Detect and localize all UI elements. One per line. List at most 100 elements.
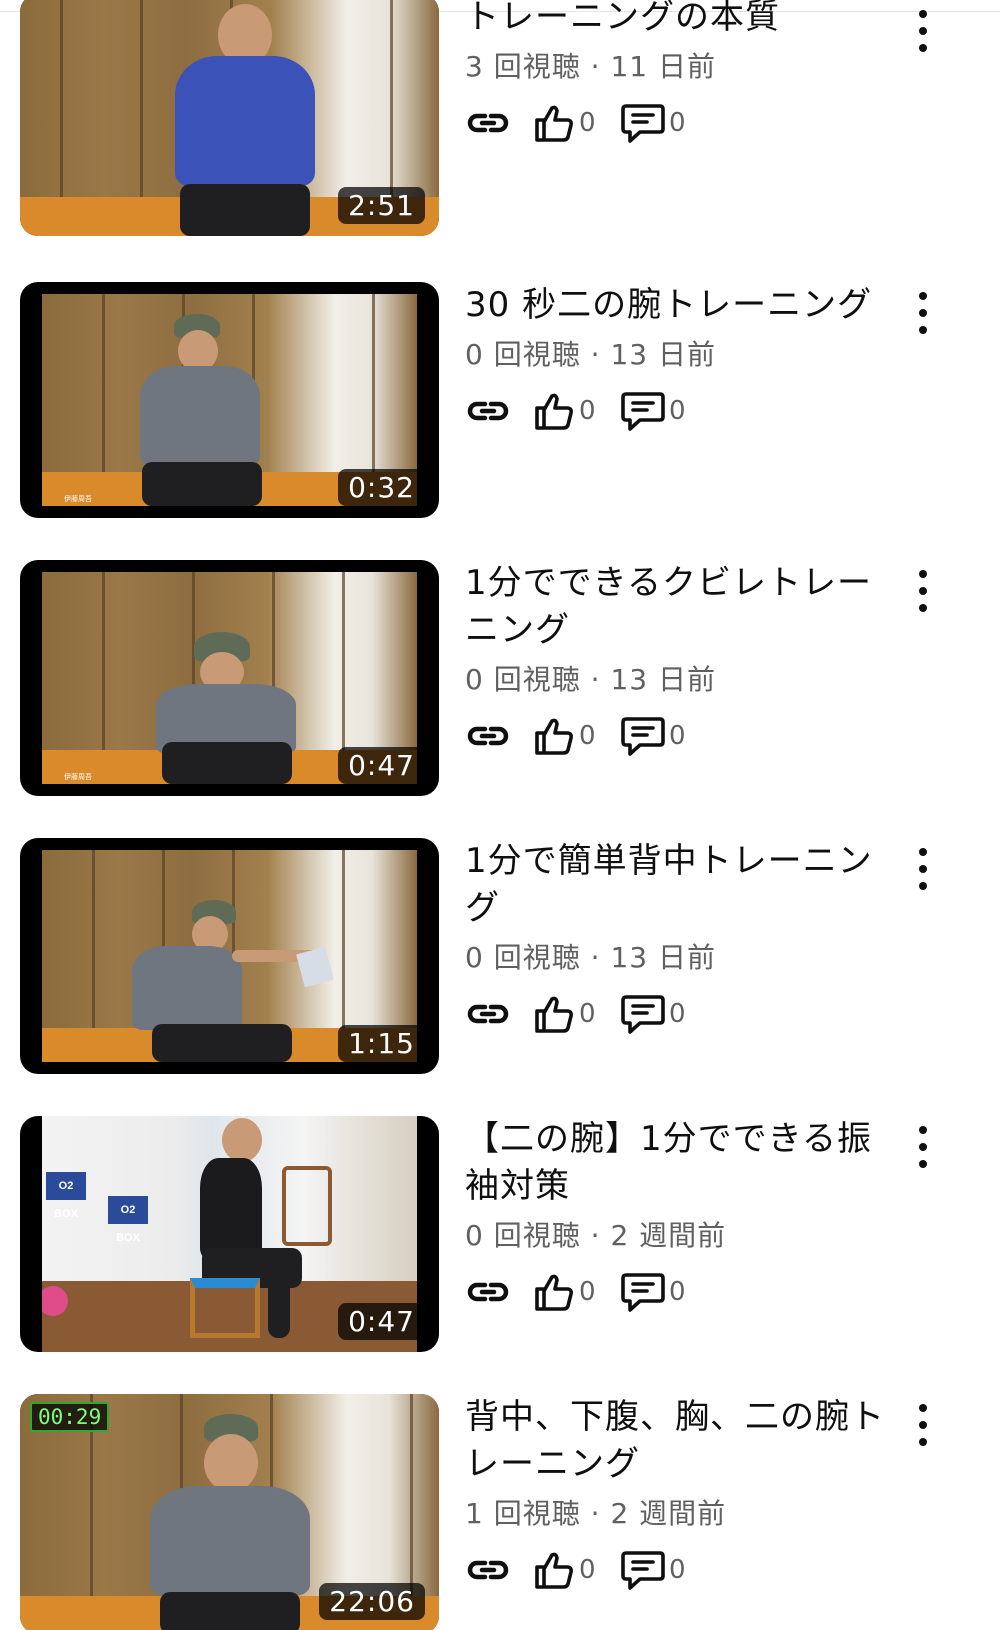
like-button[interactable]: 0 [533, 99, 596, 147]
video-info: トレーニングの本質 3 回視聴 · 11 日前 0 0 [465, 0, 905, 147]
duration-badge: 0:32 [338, 469, 425, 506]
link-icon [465, 1276, 511, 1308]
comment-button[interactable]: 0 [621, 1268, 686, 1316]
video-title[interactable]: 30 秒二の腕トレーニング [465, 282, 905, 329]
link-icon [465, 1554, 511, 1586]
video-stats: 0 0 [465, 990, 905, 1038]
comment-count: 0 [669, 108, 686, 138]
meta-separator: · [590, 338, 611, 371]
duration-badge: 2:51 [338, 187, 425, 224]
more-vert-icon[interactable] [910, 1400, 936, 1450]
comment-button[interactable]: 0 [621, 990, 686, 1038]
video-info: 30 秒二の腕トレーニング 0 回視聴 · 13 日前 0 0 [465, 282, 905, 435]
comment-count: 0 [669, 1555, 686, 1585]
video-item[interactable]: 00:29 22:06 背中、下腹、胸、二の腕トレーニング 1 回視聴 · 2 … [0, 1394, 1000, 1630]
share-button[interactable] [465, 1268, 511, 1316]
video-item[interactable]: 2:51 トレーニングの本質 3 回視聴 · 11 日前 0 0 [0, 0, 1000, 236]
comment-icon [621, 1549, 665, 1591]
video-meta: 3 回視聴 · 11 日前 [465, 45, 905, 89]
like-button[interactable]: 0 [533, 387, 596, 435]
duration-badge: 1:15 [338, 1025, 425, 1062]
video-item[interactable]: 伊藤周吾 0:47 1分でできるクビレトレーニング 0 回視聴 · 13 日前 [0, 560, 1000, 800]
video-title[interactable]: 1分で簡単背中トレーニング [465, 838, 905, 932]
thumbs-up-icon [533, 390, 575, 432]
more-vert-icon[interactable] [910, 566, 936, 616]
video-thumbnail[interactable]: 2:51 [20, 0, 439, 236]
more-vert-icon[interactable] [910, 288, 936, 338]
video-title[interactable]: 【二の腕】1分でできる振袖対策 [465, 1116, 905, 1210]
gym-sign: O2 BOX [108, 1196, 148, 1244]
video-meta: 0 回視聴 · 13 日前 [465, 658, 905, 702]
share-button[interactable] [465, 387, 511, 435]
video-thumbnail[interactable]: 1:15 [20, 838, 439, 1074]
thumbs-up-icon [533, 1271, 575, 1313]
comment-icon [621, 715, 665, 757]
video-info: 背中、下腹、胸、二の腕トレーニング 1 回視聴 · 2 週間前 0 0 [465, 1394, 905, 1594]
video-title[interactable]: 1分でできるクビレトレーニング [465, 560, 905, 654]
video-stats: 0 0 [465, 1546, 905, 1594]
video-thumbnail[interactable]: 伊藤周吾 0:47 [20, 560, 439, 796]
share-button[interactable] [465, 99, 511, 147]
like-count: 0 [579, 396, 596, 426]
like-button[interactable]: 0 [533, 990, 596, 1038]
like-count: 0 [579, 108, 596, 138]
video-meta: 0 回視聴 · 13 日前 [465, 936, 905, 980]
comment-icon [621, 390, 665, 432]
upload-age: 2 週間前 [610, 1219, 727, 1252]
video-stats: 0 0 [465, 1268, 905, 1316]
video-item[interactable]: 1:15 1分で簡単背中トレーニング 0 回視聴 · 13 日前 0 0 [0, 838, 1000, 1078]
comment-button[interactable]: 0 [621, 387, 686, 435]
video-meta: 0 回視聴 · 2 週間前 [465, 1214, 905, 1258]
like-count: 0 [579, 1555, 596, 1585]
like-button[interactable]: 0 [533, 1268, 596, 1316]
share-button[interactable] [465, 1546, 511, 1594]
like-button[interactable]: 0 [533, 712, 596, 760]
more-vert-icon[interactable] [910, 1122, 936, 1172]
like-count: 0 [579, 999, 596, 1029]
duration-badge: 0:47 [338, 747, 425, 784]
video-thumbnail[interactable]: 伊藤周吾 0:32 [20, 282, 439, 518]
video-stats: 0 0 [465, 99, 905, 147]
view-count: 0 回視聴 [465, 1219, 581, 1252]
video-title[interactable]: トレーニングの本質 [465, 0, 905, 41]
gym-sign: O2 BOX [46, 1172, 86, 1220]
upload-age: 13 日前 [610, 338, 716, 371]
like-button[interactable]: 0 [533, 1546, 596, 1594]
video-thumbnail[interactable]: 00:29 22:06 [20, 1394, 439, 1630]
comment-count: 0 [669, 721, 686, 751]
link-icon [465, 107, 511, 139]
like-count: 0 [579, 721, 596, 751]
share-button[interactable] [465, 990, 511, 1038]
thumbs-up-icon [533, 1549, 575, 1591]
comment-button[interactable]: 0 [621, 1546, 686, 1594]
view-count: 1 回視聴 [465, 1497, 581, 1530]
comment-count: 0 [669, 396, 686, 426]
more-vert-icon[interactable] [910, 844, 936, 894]
video-thumbnail[interactable]: O2 BOX O2 BOX 0:47 [20, 1116, 439, 1352]
meta-separator: · [590, 941, 611, 974]
video-title[interactable]: 背中、下腹、胸、二の腕トレーニング [465, 1394, 905, 1488]
duration-badge: 0:47 [338, 1303, 425, 1340]
meta-separator: · [590, 1219, 611, 1252]
comment-icon [621, 102, 665, 144]
upload-age: 13 日前 [610, 663, 716, 696]
video-stats: 0 0 [465, 712, 905, 760]
meta-separator: · [590, 50, 611, 83]
video-item[interactable]: O2 BOX O2 BOX 0:47 【二の腕】1分でできる振袖対策 0 回視聴… [0, 1116, 1000, 1356]
duration-badge: 22:06 [319, 1583, 425, 1620]
more-vert-icon[interactable] [910, 6, 936, 56]
thumbs-up-icon [533, 102, 575, 144]
video-info: 【二の腕】1分でできる振袖対策 0 回視聴 · 2 週間前 0 0 [465, 1116, 905, 1316]
video-item[interactable]: 伊藤周吾 0:32 30 秒二の腕トレーニング 0 回視聴 · 13 日前 0 … [0, 282, 1000, 522]
view-count: 0 回視聴 [465, 941, 581, 974]
upload-age: 2 週間前 [610, 1497, 727, 1530]
share-button[interactable] [465, 712, 511, 760]
comment-button[interactable]: 0 [621, 99, 686, 147]
link-icon [465, 395, 511, 427]
view-count: 3 回視聴 [465, 50, 581, 83]
comment-button[interactable]: 0 [621, 712, 686, 760]
video-info: 1分で簡単背中トレーニング 0 回視聴 · 13 日前 0 0 [465, 838, 905, 1038]
upload-age: 11 日前 [610, 50, 716, 83]
upload-age: 13 日前 [610, 941, 716, 974]
meta-separator: · [590, 1497, 611, 1530]
